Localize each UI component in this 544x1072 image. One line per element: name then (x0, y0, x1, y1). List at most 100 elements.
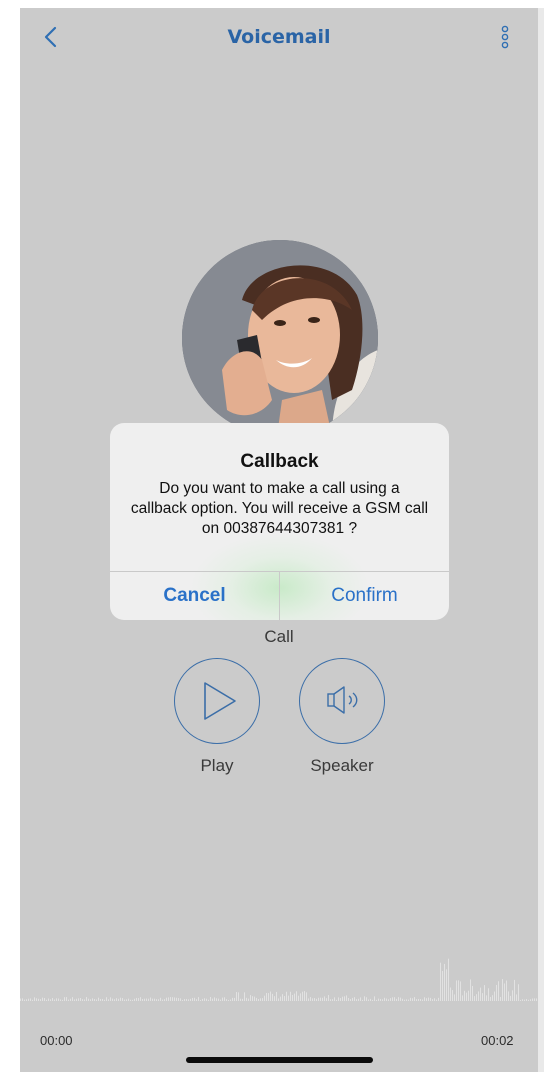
waveform-bar (476, 994, 477, 1001)
waveform-bar (56, 998, 57, 1001)
confirm-button[interactable]: Confirm (280, 572, 449, 620)
waveform-bar (480, 987, 481, 1001)
waveform-bar (272, 993, 273, 1001)
waveform-bar (310, 997, 311, 1001)
waveform-bar (470, 979, 471, 1001)
waveform-bar (198, 997, 199, 1001)
waveform-bar (348, 998, 349, 1001)
waveform-bar (214, 997, 215, 1001)
waveform-bar (472, 985, 473, 1001)
waveform-bar (284, 995, 285, 1001)
call-label[interactable]: Call (229, 627, 329, 647)
waveform-bar (524, 999, 525, 1001)
waveform-bar (244, 992, 245, 1001)
waveform-bar (346, 995, 347, 1001)
waveform-bar (32, 999, 33, 1001)
waveform-bar (88, 998, 89, 1001)
waveform-bar (126, 999, 127, 1001)
more-vertical-icon[interactable] (498, 24, 512, 54)
waveform-bar (372, 999, 373, 1001)
waveform-bar (390, 998, 391, 1001)
waveform-bar (140, 997, 141, 1001)
waveform-bar (128, 998, 129, 1001)
waveform-bar (240, 998, 241, 1001)
waveform-bar (432, 999, 433, 1001)
waveform-bar (466, 992, 467, 1001)
dialog-message: Do you want to make a call using a callb… (130, 480, 429, 537)
waveform-bar (344, 996, 345, 1001)
cancel-button[interactable]: Cancel (110, 572, 279, 620)
waveform-bar (174, 997, 175, 1001)
waveform-bar (242, 998, 243, 1001)
waveform-bar (420, 999, 421, 1001)
callback-dialog: Callback Do you want to make a call usin… (110, 423, 449, 620)
waveform-bar (402, 998, 403, 1001)
play-button[interactable] (174, 658, 260, 744)
waveform-bar (252, 996, 253, 1001)
waveform-bar (78, 998, 79, 1001)
waveform-bar (410, 997, 411, 1001)
waveform-bar (262, 998, 263, 1001)
waveform-bar (144, 998, 145, 1001)
waveform-bar (106, 997, 107, 1001)
waveform-bar (518, 984, 519, 1001)
waveform-bar (182, 999, 183, 1001)
waveform-bar (324, 996, 325, 1001)
waveform-bar (504, 983, 505, 1001)
waveform-bar (228, 999, 229, 1001)
dialog-title: Callback (240, 451, 319, 472)
waveform-bar (340, 998, 341, 1001)
waveform-bar (188, 999, 189, 1001)
contact-avatar (182, 240, 378, 436)
waveform-bar (24, 999, 25, 1001)
waveform-bar (84, 999, 85, 1001)
speaker-button[interactable] (299, 658, 385, 744)
waveform-bar (276, 991, 277, 1001)
waveform-bar (268, 993, 269, 1001)
waveform-bar (430, 997, 431, 1001)
waveform-bar (462, 995, 463, 1001)
waveform-bar (300, 993, 301, 1001)
screen-edge (538, 8, 544, 1072)
waveform-bar (442, 970, 443, 1001)
waveform-bar (512, 990, 513, 1001)
waveform-bar (266, 992, 267, 1001)
waveform-bar (46, 999, 47, 1001)
waveform-bar (92, 998, 93, 1001)
elapsed-time: 00:00 (40, 1033, 73, 1048)
waveform-bar (82, 999, 83, 1001)
waveform-bar (190, 998, 191, 1001)
waveform-bar (400, 997, 401, 1001)
waveform-bar (120, 997, 121, 1001)
waveform-bar (520, 999, 521, 1001)
waveform-bar (30, 998, 31, 1001)
waveform-bar (224, 997, 225, 1001)
waveform-bar (110, 997, 111, 1001)
audio-waveform[interactable] (20, 943, 538, 1001)
waveform-bar (152, 998, 153, 1001)
waveform-bar (192, 997, 193, 1001)
waveform-bar (494, 991, 495, 1001)
waveform-bar (180, 998, 181, 1001)
waveform-bar (178, 998, 179, 1001)
home-indicator[interactable] (186, 1057, 373, 1063)
waveform-bar (392, 997, 393, 1001)
waveform-bar (204, 998, 205, 1001)
waveform-bar (42, 997, 43, 1001)
waveform-bar (282, 994, 283, 1001)
waveform-bar (502, 979, 503, 1001)
waveform-bar (294, 993, 295, 1001)
waveform-bar (366, 997, 367, 1001)
play-icon (204, 682, 236, 720)
waveform-bar (64, 997, 65, 1001)
waveform-bar (254, 996, 255, 1001)
waveform-bar (158, 999, 159, 1001)
waveform-bar (428, 997, 429, 1001)
waveform-bar (396, 998, 397, 1001)
waveform-bar (28, 998, 29, 1001)
waveform-bar (454, 994, 455, 1001)
waveform-bar (296, 991, 297, 1001)
waveform-bar (72, 997, 73, 1001)
waveform-bar (114, 999, 115, 1001)
waveform-bar (286, 991, 287, 1001)
